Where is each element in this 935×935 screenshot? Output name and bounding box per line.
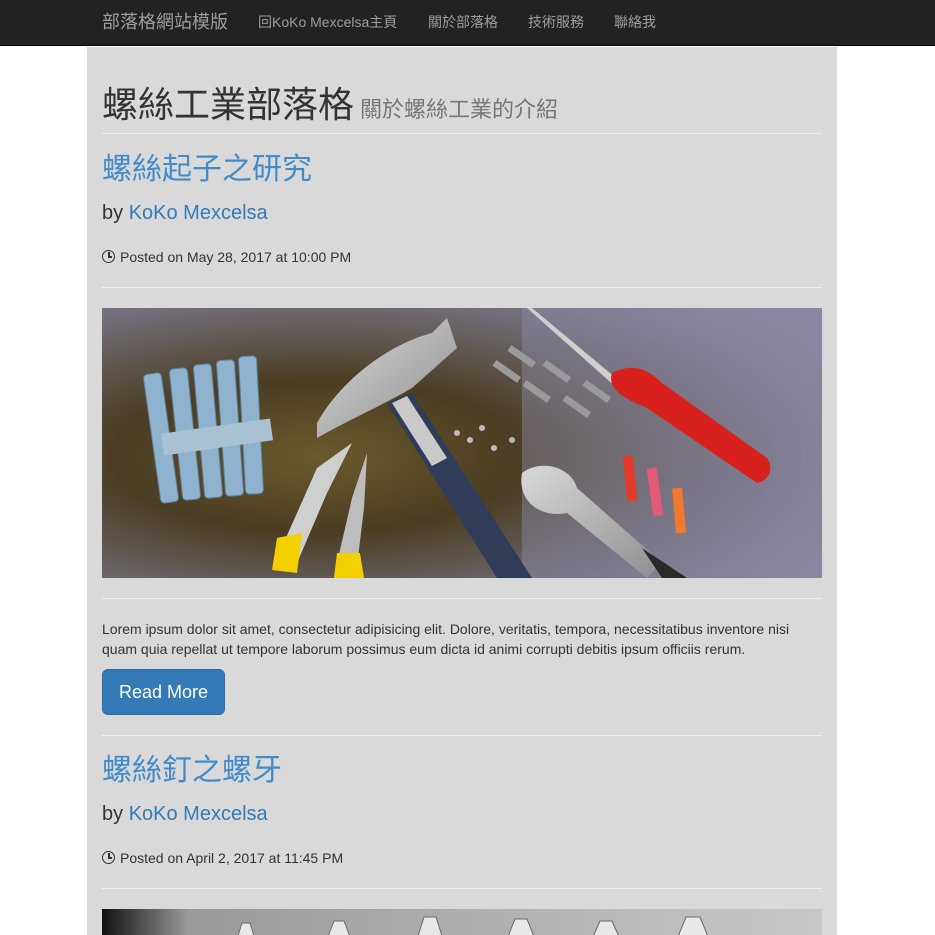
post-date-text: Posted on April 2, 2017 at 11:45 PM — [120, 850, 344, 866]
post-date-text: Posted on May 28, 2017 at 10:00 PM — [120, 249, 352, 265]
post-image-screws[interactable] — [102, 909, 822, 935]
nav-link-contact[interactable]: 聯絡我 — [614, 14, 656, 30]
divider — [102, 598, 822, 599]
divider — [102, 735, 822, 736]
post-image-tools[interactable] — [102, 308, 822, 578]
page-title: 螺絲工業部落格 — [102, 84, 355, 125]
byline-prefix: by — [102, 202, 124, 224]
post-date: Posted on April 2, 2017 at 11:45 PM — [102, 849, 343, 867]
nav-link-about[interactable]: 關於部落格 — [428, 14, 498, 30]
post-title-link[interactable]: 螺絲起子之研究 — [102, 153, 312, 187]
navbar-brand[interactable]: 部落格網站模版 — [102, 12, 228, 32]
nav-link-services[interactable]: 技術服務 — [528, 14, 584, 30]
nav-link-home[interactable]: 回KoKo Mexcelsa主頁 — [258, 14, 397, 30]
post-date: Posted on May 28, 2017 at 10:00 PM — [102, 248, 351, 266]
post-title-link[interactable]: 螺絲釘之螺牙 — [102, 754, 282, 788]
author-link[interactable]: KoKo Mexcelsa — [129, 202, 268, 224]
clock-icon — [102, 851, 115, 864]
clock-icon — [102, 250, 115, 263]
divider — [102, 888, 822, 889]
post-byline: by KoKo Mexcelsa — [102, 201, 268, 225]
byline-prefix: by — [102, 803, 124, 825]
author-link[interactable]: KoKo Mexcelsa — [129, 803, 268, 825]
page-header: 螺絲工業部落格 關於螺絲工業的介紹 — [102, 85, 822, 134]
main-content: 螺絲工業部落格 關於螺絲工業的介紹 螺絲起子之研究 by KoKo Mexcels… — [87, 47, 837, 935]
read-more-button[interactable]: Read More — [102, 669, 225, 715]
top-navbar: 部落格網站模版 回KoKo Mexcelsa主頁 關於部落格 技術服務 聯絡我 — [0, 0, 935, 46]
page-subtitle: 關於螺絲工業的介紹 — [360, 97, 559, 122]
post-byline: by KoKo Mexcelsa — [102, 802, 268, 826]
tools-illustration — [102, 308, 822, 578]
post-excerpt: Lorem ipsum dolor sit amet, consectetur … — [102, 621, 790, 657]
divider — [102, 287, 822, 288]
screws-illustration — [102, 909, 822, 935]
